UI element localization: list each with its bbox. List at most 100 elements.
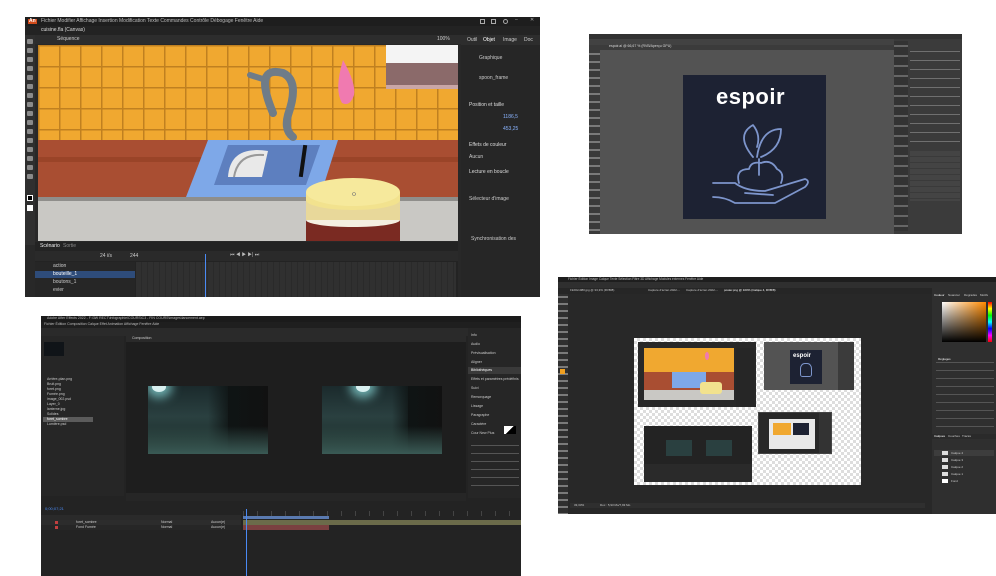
ps-layer-row[interactable]: Calque 2 [934, 464, 994, 470]
timeline-tab[interactable]: Scénario [40, 244, 60, 249]
panel-align[interactable]: Aligner [471, 360, 482, 365]
panel-audio[interactable]: Audio [471, 342, 480, 347]
layer-name[interactable]: Calque 4 [951, 451, 963, 455]
eraser-tool-icon[interactable] [27, 156, 33, 161]
gear-icon[interactable] [503, 19, 508, 24]
line-tool-icon[interactable] [27, 93, 33, 98]
layer-name[interactable]: Calque 2 [951, 465, 963, 469]
y-value[interactable]: 453,25 [503, 127, 518, 132]
tab-gradients[interactable]: Dégradés [964, 294, 977, 297]
layer-name[interactable]: Fond [951, 479, 958, 483]
tab-color[interactable]: Couleur [934, 294, 945, 297]
tab-paths[interactable]: Tracés [962, 435, 971, 438]
adjust-item[interactable]: Réglages [938, 358, 951, 361]
frame-display[interactable]: 244 [130, 254, 138, 259]
ae-timecode[interactable]: 0;00;07;21 [45, 507, 64, 511]
project-item[interactable]: lanterne.jpg [47, 407, 65, 412]
color-effect-select[interactable]: Aucun [469, 155, 483, 160]
panel-wiggler[interactable]: Remorquage [471, 395, 491, 400]
project-item[interactable]: foret_sombre [47, 417, 68, 422]
project-item[interactable]: Bruit.png [47, 382, 61, 387]
project-item[interactable]: image_002.psd [47, 397, 71, 402]
position-heading[interactable]: Position et taille [469, 103, 504, 108]
layer-name[interactable]: Calque 1 [951, 472, 963, 476]
minimize-icon[interactable]: – [515, 18, 518, 23]
ps-tab-active[interactable]: poster.png @ 100% (Calque 4, RVB/8) [724, 289, 776, 292]
color-swatches[interactable] [504, 426, 516, 434]
tab-image[interactable]: Image [503, 38, 517, 43]
panel-paragraph[interactable]: Paragraphe [471, 413, 489, 418]
ps-fg-color[interactable] [560, 369, 565, 374]
playhead[interactable] [246, 509, 247, 576]
instance-name[interactable]: spoon_frame [479, 76, 508, 81]
ps-tab[interactable]: Capture d'écran 2022-... [648, 289, 680, 292]
layer-row[interactable]: boutons_1 [53, 280, 76, 285]
panel-effects[interactable]: Effets et paramètres prédéfinis [471, 377, 519, 382]
tab-layers[interactable]: Calques [934, 435, 945, 438]
work-area-bar[interactable] [243, 516, 329, 519]
ae-layer-row[interactable]: Fond Fumée Normal Aucun(e) [41, 525, 241, 530]
layer-mode[interactable]: Normal [161, 520, 172, 525]
stage[interactable] [38, 45, 458, 241]
ps-menu[interactable]: Fichier Édition Image Calque Texte Sélec… [568, 277, 703, 281]
brush-tool-icon[interactable] [27, 129, 33, 134]
tab-tool[interactable]: Outil [467, 38, 477, 43]
project-item[interactable]: Layer_0 [47, 402, 60, 407]
x-value[interactable]: 1186,5 [503, 115, 518, 120]
layer-mode[interactable]: Normal [161, 525, 172, 530]
zoom-level[interactable]: 100% [437, 37, 450, 42]
stroke-color-swatch[interactable] [27, 195, 33, 201]
subselect-tool-icon[interactable] [27, 48, 33, 53]
layer-row[interactable]: action [53, 264, 66, 269]
playhead[interactable] [205, 254, 206, 297]
share-icon[interactable] [491, 19, 496, 24]
ps-layer-row[interactable]: Calque 1 [934, 471, 994, 477]
panel-tracker[interactable]: Suivi [471, 386, 479, 391]
ps-tab[interactable]: Capture d'écran 2022-... [686, 289, 718, 292]
free-transform-icon[interactable] [27, 57, 33, 62]
project-item[interactable]: Arrière-plan.png [47, 377, 72, 382]
layer-bar[interactable] [243, 525, 329, 530]
layer-row[interactable]: evier [53, 288, 64, 293]
fill-color-swatch[interactable] [27, 205, 33, 211]
oval-tool-icon[interactable] [27, 111, 33, 116]
ae-menu[interactable]: Fichier Édition Composition Calque Effet… [44, 322, 159, 327]
layer-row-selected[interactable] [35, 271, 135, 278]
lasso-tool-icon[interactable] [27, 66, 33, 71]
pencil-tool-icon[interactable] [27, 120, 33, 125]
project-item[interactable]: foret.png [47, 387, 61, 392]
layer-parent[interactable]: Aucun(e) [211, 520, 225, 525]
ps-layer-row[interactable]: Fond [934, 478, 994, 484]
rectangle-tool-icon[interactable] [27, 102, 33, 107]
hue-slider[interactable] [988, 302, 992, 342]
ps-layer-row[interactable]: Calque 3 [934, 457, 994, 463]
project-item[interactable]: Fumée.png [47, 392, 65, 397]
hand-tool-icon[interactable] [27, 165, 33, 170]
sync-label[interactable]: Synchronisation des [471, 237, 516, 242]
comp-frame-right[interactable] [322, 386, 442, 454]
project-item[interactable]: Lumière.psd [47, 422, 66, 427]
playback-controls[interactable]: ⏮ ◀ ▶ ▶| ⏭ [230, 253, 259, 258]
instance-type[interactable]: Graphique [479, 56, 502, 61]
comp-tab[interactable]: Composition [132, 336, 151, 341]
layer-row[interactable]: bouteille_1 [53, 272, 77, 277]
layer-parent[interactable]: Aucun(e) [211, 525, 225, 530]
fps-display[interactable]: 24 i/s [100, 254, 112, 259]
tab-patterns[interactable]: Motifs [980, 294, 988, 297]
tab-object[interactable]: Objet [483, 38, 495, 43]
frames-grid[interactable] [136, 262, 456, 297]
home-icon[interactable] [480, 19, 485, 24]
eyedropper-tool-icon[interactable] [27, 147, 33, 152]
panel-preview[interactable]: Prévisualisation [471, 351, 496, 356]
panel-info[interactable]: Info [471, 333, 477, 338]
panel-smoother[interactable]: Lissage [471, 404, 483, 409]
tab-swatches[interactable]: Nuancier [948, 294, 960, 297]
font-select[interactable]: Cour New Plus [471, 431, 494, 436]
tab-doc[interactable]: Doc [524, 38, 533, 43]
loop-heading[interactable]: Lecture en boucle [469, 170, 509, 175]
ps-tab[interactable]: 1920x1080.jpg @ 33,3% (RVB/8) [570, 289, 614, 292]
frame-selector[interactable]: Sélecteur d'image [469, 197, 509, 202]
panel-libraries[interactable]: Bibliothèques [471, 368, 492, 373]
project-item[interactable]: Solides [47, 412, 58, 417]
layer-name[interactable]: foret_sombre [76, 520, 97, 525]
